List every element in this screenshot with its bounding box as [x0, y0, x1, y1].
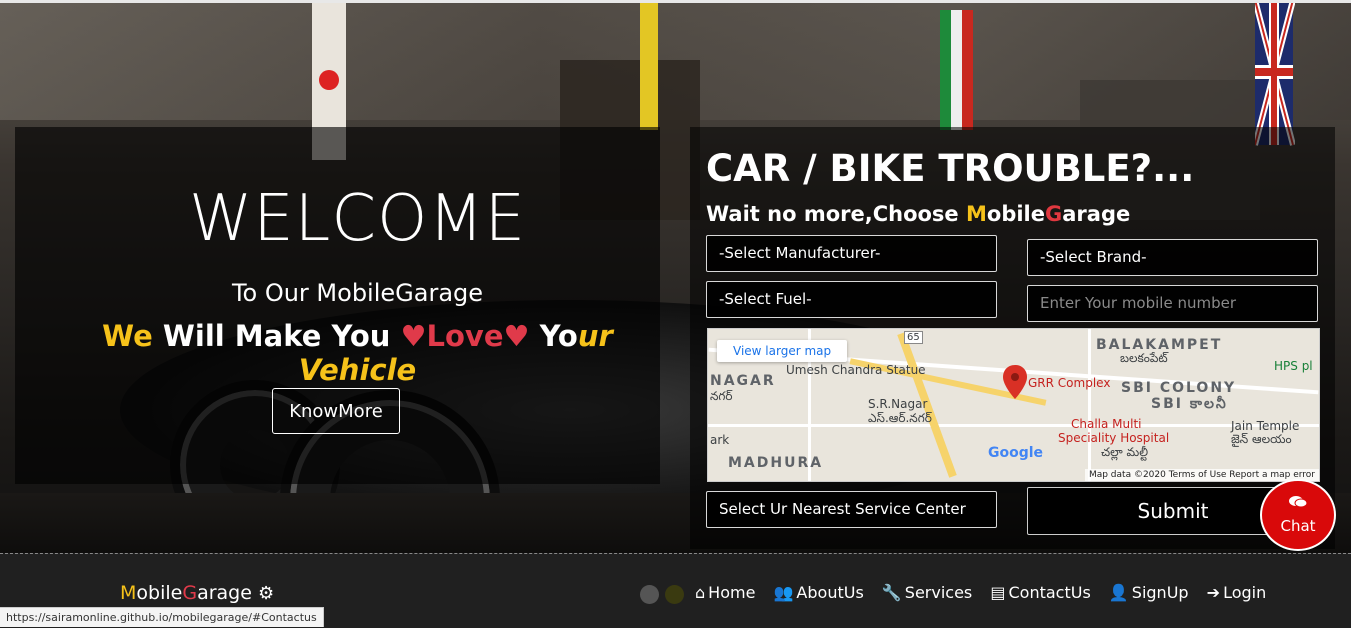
heart-icon: ♥	[400, 319, 427, 353]
map-road	[1088, 329, 1091, 481]
booking-form-panel: CAR / BIKE TROUBLE?... Wait no more,Choo…	[690, 127, 1335, 549]
nav-signup[interactable]: 👤 SignUp	[1109, 583, 1189, 602]
map-label: ark	[710, 433, 730, 447]
service-center-select[interactable]: Select Ur Nearest Service Center	[706, 491, 997, 528]
map-label: NAGAR	[710, 373, 776, 389]
map-road-number: 65	[904, 331, 923, 344]
nav-login-label: Login	[1223, 583, 1267, 602]
map-label: చల్లా మల్టీ	[1101, 445, 1148, 459]
nav-aboutus[interactable]: 👥 AboutUs	[774, 583, 864, 602]
map-label: S.R.Nagar	[868, 397, 928, 411]
italy-flag-icon	[940, 10, 973, 130]
welcome-panel: WELCOME To Our MobileGarage We Will Make…	[15, 127, 660, 484]
tagline-mid: Will Make You	[152, 319, 401, 353]
nav-contactus-label: ContactUs	[1008, 583, 1091, 602]
theme-dot-gray[interactable]	[640, 585, 659, 604]
footer-nav-links: ⌂ Home 👥 AboutUs 🔧 Services ▤ ContactUs 👤 Sig…	[695, 583, 1279, 602]
brand-part-arage: arage	[197, 582, 252, 604]
manufacturer-select[interactable]: -Select Manufacturer-	[706, 235, 997, 272]
nav-contactus[interactable]: ▤ ContactUs	[990, 583, 1090, 602]
location-map[interactable]: View larger map 65 Umesh Chandra Statue …	[707, 328, 1320, 482]
map-label: SBI COLONY	[1121, 380, 1237, 396]
address-card-icon: ▤	[990, 583, 1006, 602]
welcome-tagline: We Will Make You ♥Love♥ Your Vehicle	[15, 319, 660, 387]
tagline-we: We	[102, 319, 153, 353]
form-heading: CAR / BIKE TROUBLE?...	[706, 147, 1195, 190]
nav-home-label: Home	[708, 583, 756, 602]
view-larger-map-link[interactable]: View larger map	[717, 340, 848, 362]
map-label: Umesh Chandra Statue	[786, 363, 926, 377]
brand-part-arage: arage	[1062, 202, 1131, 226]
nav-signup-label: SignUp	[1131, 583, 1189, 602]
brand-letter-g: G	[182, 582, 198, 604]
map-label: SBI కాలనీ	[1151, 396, 1228, 412]
nav-aboutus-label: AboutUs	[796, 583, 864, 602]
wait-text: Wait no more,Choose	[706, 202, 966, 226]
map-road	[708, 424, 1319, 427]
nav-services-label: Services	[904, 583, 973, 602]
brand-letter-m: M	[965, 202, 987, 226]
nav-login[interactable]: ➔ Login	[1207, 583, 1267, 602]
google-logo: Google	[988, 445, 1043, 461]
yellow-flag-icon	[640, 0, 658, 130]
brand-select[interactable]: -Select Brand-	[1027, 239, 1318, 276]
nav-services[interactable]: 🔧 Services	[882, 583, 972, 602]
user-plus-icon: 👤	[1108, 583, 1129, 602]
wrench-icon: 🔧	[881, 583, 902, 602]
tagline-love: Love	[426, 319, 504, 353]
theme-dot-olive[interactable]	[665, 585, 684, 604]
map-label: ఎస్.ఆర్.నగర్	[868, 411, 932, 425]
knowmore-button[interactable]: KnowMore	[272, 388, 400, 434]
map-label: HPS pl	[1274, 359, 1313, 373]
users-icon: 👥	[773, 583, 794, 602]
map-label: జైన్ ఆలయం	[1231, 432, 1292, 446]
mobile-number-input[interactable]: Enter Your mobile number	[1027, 285, 1318, 322]
fuel-select[interactable]: -Select Fuel-	[706, 281, 997, 318]
map-label: నగర్	[710, 389, 733, 403]
map-pin-icon	[1003, 365, 1027, 399]
map-footer[interactable]: Map data ©2020 Terms of Use Report a map…	[1084, 469, 1319, 481]
welcome-subtitle: To Our MobileGarage	[231, 279, 484, 307]
brand-letter-m: M	[120, 582, 137, 604]
chat-button[interactable]: Chat	[1260, 479, 1336, 551]
map-label: బలకంపేట్	[1120, 351, 1168, 365]
chat-bubbles-icon	[1262, 495, 1334, 513]
gears-icon: ⚙	[257, 583, 275, 604]
map-label: Challa Multi	[1071, 417, 1142, 431]
tagline-yo: Yo	[529, 319, 578, 353]
home-icon: ⌂	[695, 583, 706, 602]
google-logo-text: Google	[988, 445, 1044, 461]
form-subheading: Wait no more,Choose MobileGarage	[706, 202, 1130, 226]
map-label: MADHURA	[728, 455, 824, 471]
map-label-grr: GRR Complex	[1028, 376, 1111, 390]
nav-home[interactable]: ⌂ Home	[695, 583, 755, 602]
brand-part-obile: obile	[986, 202, 1045, 226]
footer-brand[interactable]: MobileGarage ⚙	[120, 582, 274, 604]
brand-part-obile: obile	[136, 582, 183, 604]
chat-label: Chat	[1280, 517, 1316, 535]
map-label: Speciality Hospital	[1058, 431, 1170, 445]
status-bar-url: https://sairamonline.github.io/mobilegar…	[0, 607, 324, 627]
heart-icon: ♥	[503, 319, 530, 353]
theme-dots	[640, 584, 690, 604]
sign-in-icon: ➔	[1206, 583, 1221, 602]
welcome-title: WELCOME	[188, 182, 527, 256]
map-label: Jain Temple	[1231, 419, 1300, 433]
brand-letter-g: G	[1045, 202, 1063, 226]
